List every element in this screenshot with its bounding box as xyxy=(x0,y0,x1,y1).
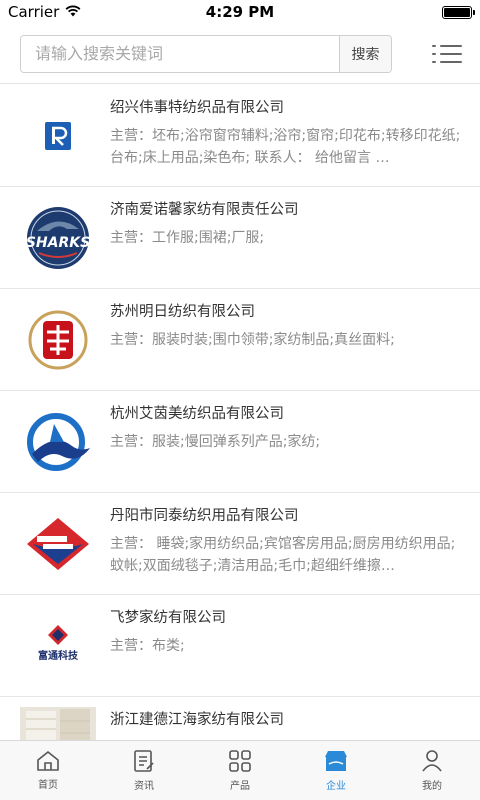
home-icon xyxy=(37,751,59,771)
feimeng-logo-text: 富通科技 xyxy=(38,649,79,662)
company-desc: 主营：服装;慢回弹系列产品;家纺; xyxy=(110,434,321,450)
company-name: 绍兴伟事特纺织品有限公司 xyxy=(110,100,284,116)
search-header: 搜索 xyxy=(0,24,480,84)
r-square-logo xyxy=(20,103,96,169)
company-item[interactable]: 杭州艾茵美纺织品有限公司 主营：服装;慢回弹系列产品;家纺; xyxy=(0,391,480,493)
tab-news[interactable]: 资讯 xyxy=(96,741,192,800)
grid-icon xyxy=(229,750,251,772)
company-item[interactable]: 浙江建德江海家纺有限公司 xyxy=(0,697,480,740)
search-box: 搜索 xyxy=(20,34,392,73)
news-icon xyxy=(134,750,154,772)
blue-wave-logo xyxy=(20,409,96,475)
tab-enterprise[interactable]: 企业 xyxy=(288,741,384,800)
tab-label: 企业 xyxy=(326,781,346,792)
bottom-tab-bar: 首页 资讯 产品 企业 我的 xyxy=(0,740,480,800)
company-name: 济南爱诺馨家纺有限责任公司 xyxy=(110,202,299,218)
battery-level xyxy=(444,7,470,17)
status-bar: Carrier 4:29 PM xyxy=(0,0,480,24)
list-menu-icon[interactable] xyxy=(432,39,466,69)
search-button[interactable]: 搜索 xyxy=(339,35,391,72)
status-left: Carrier xyxy=(8,3,81,21)
company-desc: 主营：工作服;围裙;厂服; xyxy=(110,230,265,246)
person-icon xyxy=(422,750,442,772)
sharks-logo-text: SHARKS xyxy=(26,235,90,251)
carrier-label: Carrier xyxy=(8,3,60,21)
tab-label: 我的 xyxy=(422,781,442,792)
tab-label: 资讯 xyxy=(134,781,154,792)
company-desc: 主营：坯布;浴帘窗帘辅料;浴帘;窗帘;印花布;转移印花纸;台布;床上用品;染色布… xyxy=(110,128,461,166)
company-item[interactable]: SHARKS 济南爱诺馨家纺有限责任公司 主营：工作服;围裙;厂服; xyxy=(0,187,480,289)
tab-mine[interactable]: 我的 xyxy=(384,741,480,800)
company-item[interactable]: 丹阳市同泰纺织用品有限公司 主营： 睡袋;家用纺织品;宾馆客房用品;厨房用纺织用… xyxy=(0,493,480,595)
red-seal-logo xyxy=(20,307,96,373)
company-desc: 主营： 睡袋;家用纺织品;宾馆客房用品;厨房用纺织用品;蚊帐;双面绒毯子;清洁用… xyxy=(110,536,456,574)
company-list: 绍兴伟事特纺织品有限公司 主营：坯布;浴帘窗帘辅料;浴帘;窗帘;印花布;转移印花… xyxy=(0,85,480,740)
tab-label: 首页 xyxy=(38,780,58,791)
company-name: 丹阳市同泰纺织用品有限公司 xyxy=(110,508,299,524)
tab-home[interactable]: 首页 xyxy=(0,741,96,800)
company-item[interactable]: 苏州明日纺织有限公司 主营：服装时装;围巾领带;家纺制品;真丝面料; xyxy=(0,289,480,391)
battery-icon xyxy=(442,5,475,19)
company-desc: 主营：布类; xyxy=(110,638,185,654)
wifi-icon xyxy=(65,3,81,21)
company-desc: 主营：服装时装;围巾领带;家纺制品;真丝面料; xyxy=(110,332,395,348)
company-name: 浙江建德江海家纺有限公司 xyxy=(110,712,284,728)
company-name: 苏州明日纺织有限公司 xyxy=(110,304,255,320)
company-item[interactable]: 绍兴伟事特纺织品有限公司 主营：坯布;浴帘窗帘辅料;浴帘;窗帘;印花布;转移印花… xyxy=(0,85,480,187)
company-item[interactable]: 富通科技 飞梦家纺有限公司 主营：布类; xyxy=(0,595,480,697)
red-blue-diamond-logo xyxy=(20,511,96,577)
company-name: 飞梦家纺有限公司 xyxy=(110,610,226,626)
search-input[interactable] xyxy=(21,35,339,72)
tab-products[interactable]: 产品 xyxy=(192,741,288,800)
fabric-photo xyxy=(20,707,96,740)
feimeng-logo: 富通科技 xyxy=(20,613,96,679)
store-icon xyxy=(325,751,347,771)
sharks-logo: SHARKS xyxy=(20,205,96,271)
tab-label: 产品 xyxy=(230,781,250,792)
company-name: 杭州艾茵美纺织品有限公司 xyxy=(110,406,284,422)
